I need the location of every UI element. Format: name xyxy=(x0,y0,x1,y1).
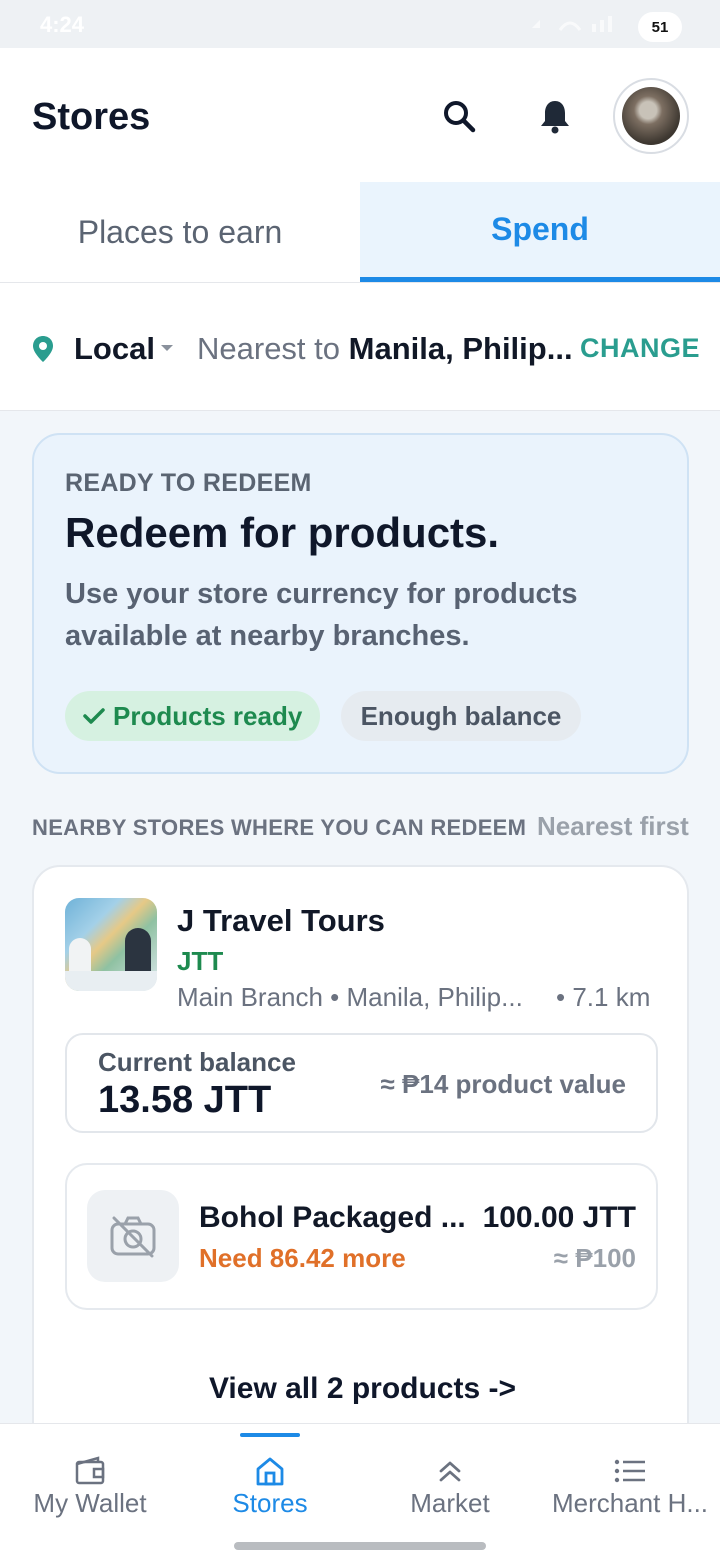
tab-spend[interactable]: Spend xyxy=(360,182,720,282)
nearest-city: Manila, Philip... xyxy=(348,331,573,366)
product-price: 100.00 JTT xyxy=(482,1201,636,1234)
battery-indicator: 51 xyxy=(638,12,682,42)
products-ready-label: Products ready xyxy=(113,700,303,731)
no-image-icon xyxy=(110,1216,156,1258)
market-icon xyxy=(433,1454,467,1488)
redeem-info-card: READY TO REDEEM Redeem for products. Use… xyxy=(32,433,689,774)
search-button[interactable] xyxy=(435,92,483,140)
products-ready-chip: Products ready xyxy=(65,691,320,741)
nav-merchant-hub[interactable]: Merchant H... xyxy=(540,1424,720,1534)
store-branch: Main Branch • Manila, Philip... xyxy=(177,982,523,1012)
nearest-location-text: Nearest to Manila, Philip... xyxy=(197,331,573,367)
search-icon xyxy=(444,101,476,133)
wallet-icon xyxy=(73,1454,107,1488)
store-name: J Travel Tours xyxy=(177,903,385,938)
change-location-button[interactable]: CHANGE xyxy=(580,333,700,364)
active-tab-indicator xyxy=(240,1433,300,1437)
enough-balance-chip: Enough balance xyxy=(341,691,581,741)
nav-stores[interactable]: Stores xyxy=(180,1424,360,1534)
location-bar: Local Nearest to Manila, Philip... CHANG… xyxy=(0,283,720,411)
bell-icon xyxy=(541,101,569,134)
view-all-products-link[interactable]: View all 2 products -> xyxy=(34,1372,691,1406)
status-time: 4:24 xyxy=(40,12,85,37)
nav-label-stores: Stores xyxy=(232,1488,308,1518)
balance-label: Current balance xyxy=(98,1047,296,1077)
section-title: NEARBY STORES WHERE YOU CAN REDEEM xyxy=(32,815,527,840)
store-icon xyxy=(253,1454,287,1488)
list-icon xyxy=(613,1454,647,1488)
nav-label-my-wallet: My Wallet xyxy=(33,1488,147,1518)
nav-my-wallet[interactable]: My Wallet xyxy=(0,1424,180,1534)
product-approx-price: ≈ ₱100 xyxy=(553,1243,636,1273)
scope-dropdown[interactable]: Local xyxy=(74,331,155,367)
current-balance-box: Current balance 13.58 JTT ≈ ₱14 product … xyxy=(65,1033,658,1133)
store-currency-code: JTT xyxy=(177,946,224,976)
redeem-eyebrow: READY TO REDEEM xyxy=(65,469,312,497)
location-pin-icon xyxy=(33,336,53,362)
redeem-title: Redeem for products. xyxy=(65,509,500,556)
signal-wifi-icon xyxy=(532,16,612,32)
nav-label-market: Market xyxy=(410,1488,490,1518)
store-thumbnail xyxy=(65,898,157,991)
avatar[interactable] xyxy=(613,78,689,154)
balance-approx-value: ≈ ₱14 product value xyxy=(380,1069,626,1099)
chevron-down-icon xyxy=(161,345,173,351)
check-icon xyxy=(83,708,105,724)
redeem-description: Use your store currency for products ava… xyxy=(65,578,578,652)
bottom-nav: My Wallet Stores Market Merchant H... xyxy=(0,1423,720,1560)
tab-bar: Places to earn Spend xyxy=(0,182,720,283)
avatar-image xyxy=(622,87,680,145)
tab-places-to-earn[interactable]: Places to earn xyxy=(0,182,360,282)
nearest-prefix: Nearest to xyxy=(197,331,341,366)
nav-label-merchant-hub: Merchant H... xyxy=(551,1488,709,1518)
product-need-amount: Need 86.42 more xyxy=(199,1243,406,1273)
page-title: Stores xyxy=(32,96,151,138)
status-bar: 4:24 51 xyxy=(0,0,720,48)
balance-value: 13.58 JTT xyxy=(98,1079,272,1121)
nav-market[interactable]: Market xyxy=(360,1424,540,1534)
product-name: Bohol Packaged ... xyxy=(199,1201,466,1234)
home-gesture-bar[interactable] xyxy=(234,1542,486,1550)
notifications-button[interactable] xyxy=(531,92,579,140)
app-header: Stores xyxy=(0,48,720,182)
product-image-placeholder xyxy=(87,1190,179,1282)
product-item[interactable]: Bohol Packaged ... Need 86.42 more 100.0… xyxy=(65,1163,658,1310)
store-card[interactable]: J Travel Tours JTT Main Branch • Manila,… xyxy=(32,865,689,1485)
store-distance: • 7.1 km xyxy=(556,982,651,1012)
sort-selector[interactable]: Nearest first xyxy=(537,811,689,842)
